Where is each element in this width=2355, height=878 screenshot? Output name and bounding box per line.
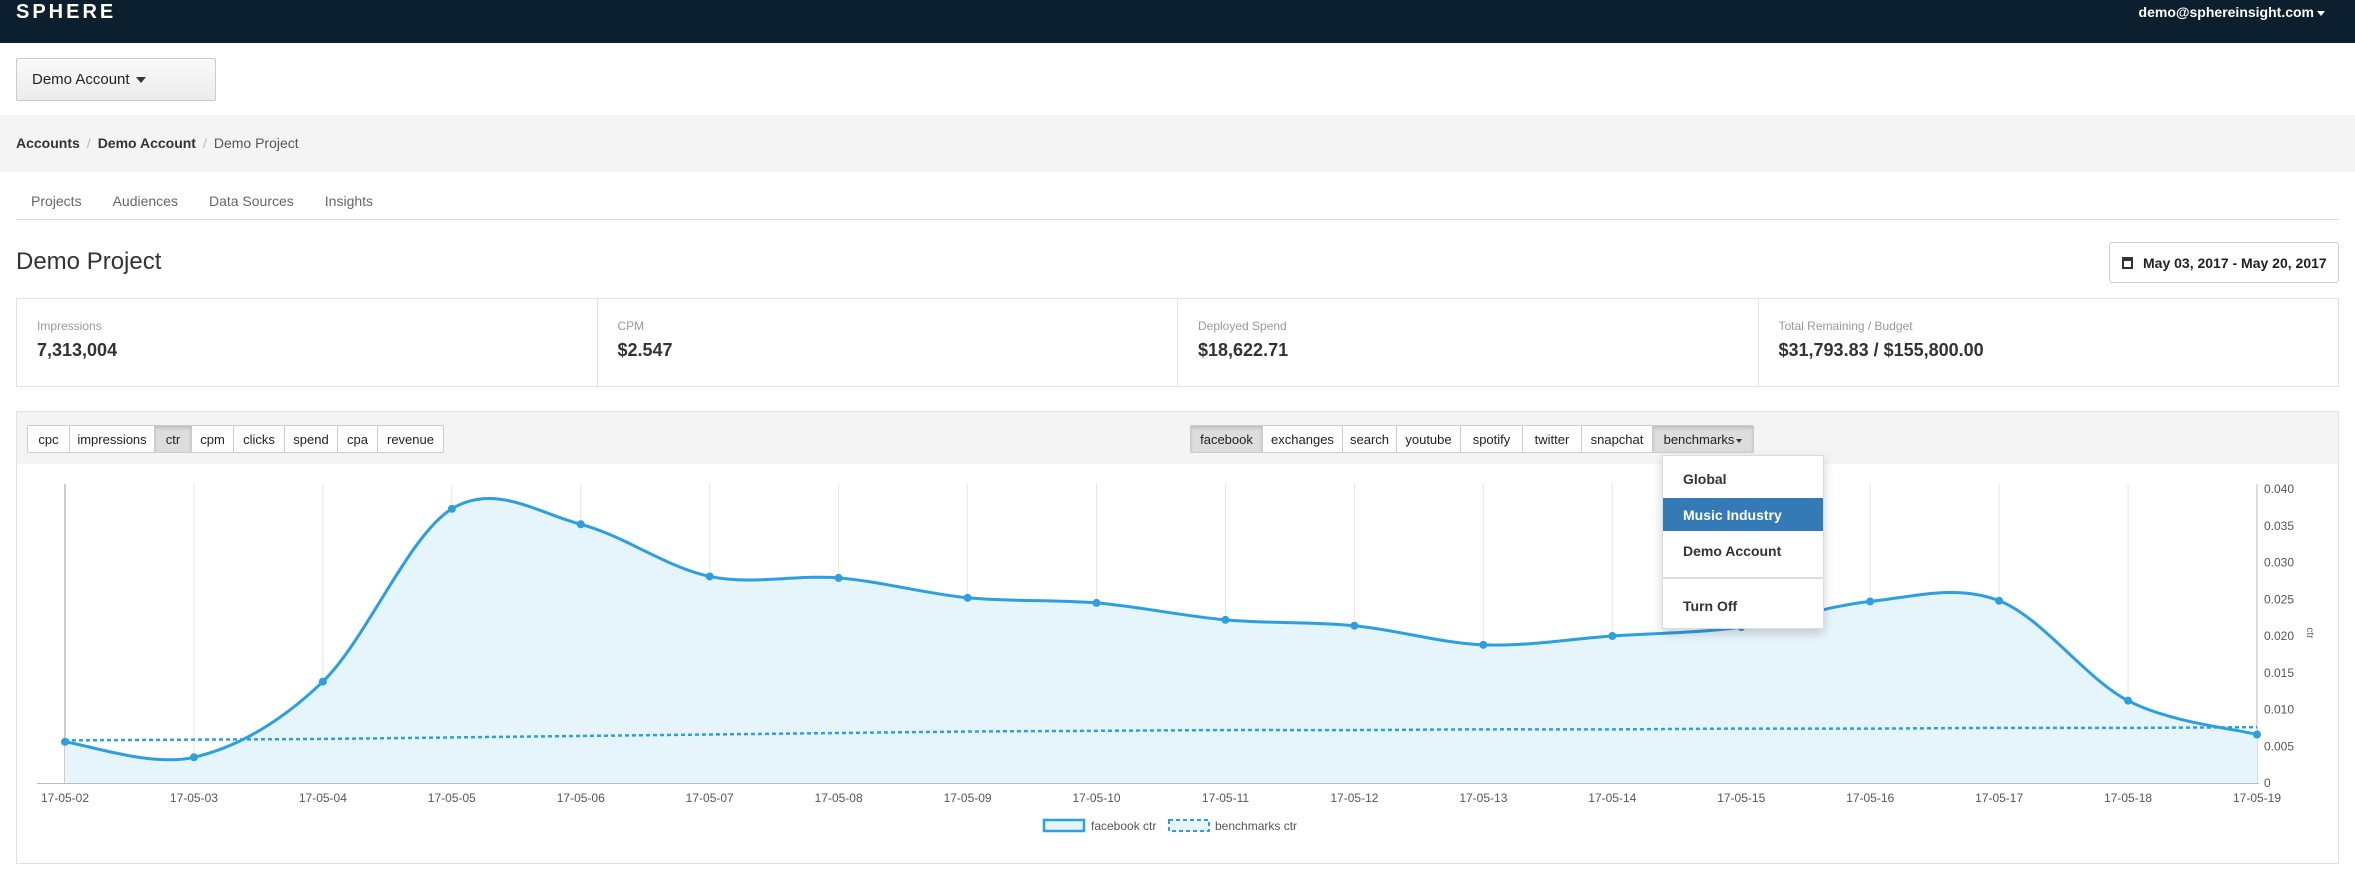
menu-divider [1663, 577, 1823, 579]
stat-value: $31,793.83 / $155,800.00 [1778, 340, 1984, 360]
user-menu[interactable]: demo@sphereinsight.com [2139, 4, 2325, 20]
caret-down-icon [2317, 10, 2325, 16]
top-navbar: SPHERE demo@sphereinsight.com [0, 0, 2355, 43]
date-range-picker[interactable]: May 03, 2017 - May 20, 2017 [2109, 242, 2339, 283]
benchmark-option-global[interactable]: Global [1663, 462, 1823, 495]
metric-cpc-button[interactable]: cpc [27, 425, 70, 453]
brand-logo[interactable]: SPHERE [16, 1, 116, 24]
chart-panel: cpc impressions ctr cpm clicks spend cpa… [16, 411, 2339, 864]
stat-label: Total Remaining / Budget [1778, 319, 1913, 333]
benchmark-option-music-industry[interactable]: Music Industry [1663, 498, 1823, 531]
stat-deployed-spend: Deployed Spend $18,622.71 [1178, 299, 1759, 386]
breadcrumb-separator: / [86, 135, 91, 151]
stat-cpm: CPM $2.547 [598, 299, 1178, 386]
benchmarks-dropdown-button[interactable]: benchmarks [1653, 425, 1754, 453]
stat-label: Impressions [37, 319, 102, 333]
caret-down-icon [135, 77, 146, 84]
metric-cpa-button[interactable]: cpa [338, 425, 378, 453]
channel-twitter-button[interactable]: twitter [1523, 425, 1582, 453]
calendar-icon [2122, 257, 2133, 269]
stat-label: Deployed Spend [1198, 319, 1287, 333]
caret-down-icon [1736, 438, 1743, 443]
chart-toolbar: cpc impressions ctr cpm clicks spend cpa… [17, 412, 2338, 464]
benchmark-option-turn-off[interactable]: Turn Off [1663, 589, 1823, 622]
breadcrumb-current: Demo Project [213, 135, 299, 151]
stat-value: $18,622.71 [1198, 340, 1289, 360]
channel-search-button[interactable]: search [1343, 425, 1397, 453]
channel-youtube-button[interactable]: youtube [1397, 425, 1461, 453]
stat-value: $2.547 [617, 340, 673, 360]
breadcrumb-bar: Accounts / Demo Account / Demo Project [0, 115, 2355, 172]
metric-impressions-button[interactable]: impressions [70, 425, 155, 453]
metric-revenue-button[interactable]: revenue [378, 425, 444, 453]
user-email: demo@sphereinsight.com [2138, 4, 2314, 20]
metric-button-group: cpc impressions ctr cpm clicks spend cpa… [27, 425, 444, 453]
account-label: Demo Account [32, 71, 130, 88]
breadcrumb-separator: / [202, 135, 207, 151]
metric-ctr-button[interactable]: ctr [155, 425, 192, 453]
channel-spotify-button[interactable]: spotify [1461, 425, 1523, 453]
breadcrumb-accounts[interactable]: Accounts [16, 135, 80, 151]
stats-bar: Impressions 7,313,004 CPM $2.547 Deployed … [16, 298, 2339, 387]
breadcrumb-account[interactable]: Demo Account [98, 135, 196, 151]
channel-button-group: facebook exchanges search youtube spotif… [1190, 425, 1754, 453]
breadcrumb: Accounts / Demo Account / Demo Project [16, 135, 299, 151]
nav-insights[interactable]: Insights [325, 193, 373, 209]
metric-cpm-button[interactable]: cpm [192, 425, 234, 453]
benchmarks-dropdown-menu: Global Music Industry Demo Account Turn … [1662, 455, 1824, 629]
stat-label: CPM [617, 319, 645, 333]
nav-audiences[interactable]: Audiences [113, 193, 178, 209]
benchmarks-label: benchmarks [1663, 432, 1735, 447]
account-dropdown-button[interactable]: Demo Account [16, 58, 216, 101]
metric-spend-button[interactable]: spend [285, 425, 338, 453]
benchmark-option-demo-account[interactable]: Demo Account [1663, 534, 1823, 567]
page-title: Demo Project [16, 248, 162, 275]
nav-data-sources[interactable]: Data Sources [209, 193, 294, 209]
channel-facebook-button[interactable]: facebook [1190, 425, 1263, 453]
stat-value: 7,313,004 [37, 340, 118, 360]
channel-exchanges-button[interactable]: exchanges [1263, 425, 1343, 453]
metric-clicks-button[interactable]: clicks [234, 425, 285, 453]
nav-projects[interactable]: Projects [31, 193, 82, 209]
stat-remaining-budget: Total Remaining / Budget $31,793.83 / $15… [1759, 299, 2339, 386]
channel-snapchat-button[interactable]: snapchat [1582, 425, 1653, 453]
date-range-label: May 03, 2017 - May 20, 2017 [2143, 255, 2327, 271]
stat-impressions: Impressions 7,313,004 [17, 299, 598, 386]
section-nav: Projects Audiences Data Sources Insights [16, 180, 2339, 220]
